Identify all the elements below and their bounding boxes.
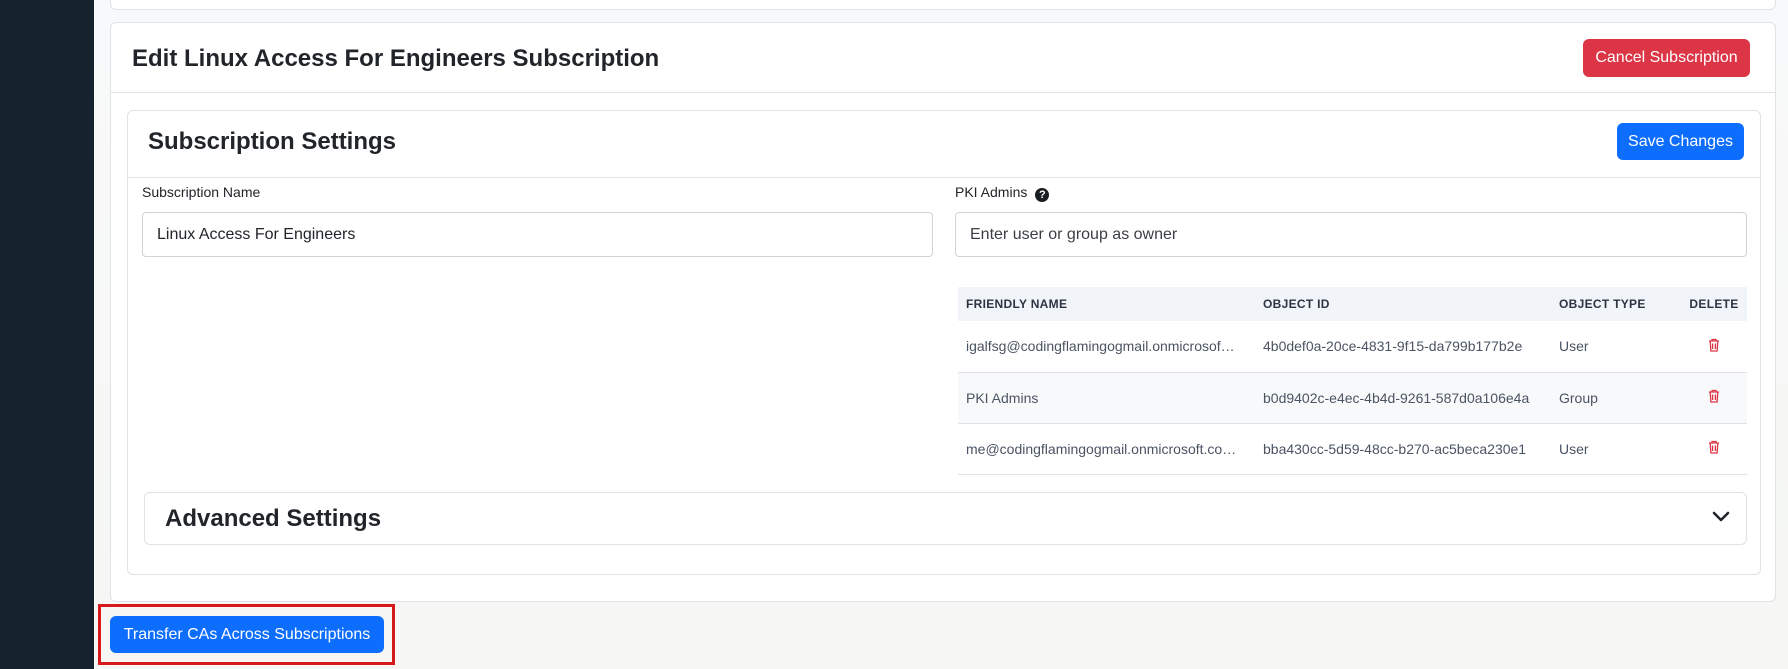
pki-admins-table: FRIENDLY NAME OBJECT ID OBJECT TYPE DELE… — [958, 287, 1747, 475]
sidebar — [0, 0, 94, 669]
chevron-down-icon[interactable] — [1712, 509, 1730, 523]
main-content: Edit Linux Access For Engineers Subscrip… — [94, 0, 1788, 669]
delete-cell — [1681, 372, 1747, 424]
friendly-name-cell: PKI Admins — [958, 372, 1255, 424]
edit-subscription-header: Edit Linux Access For Engineers Subscrip… — [111, 23, 1775, 93]
cancel-subscription-button[interactable]: Cancel Subscription — [1583, 39, 1750, 77]
delete-cell — [1681, 423, 1747, 475]
object-type-cell: Group — [1551, 372, 1681, 424]
object-id-cell: b0d9402c-e4ec-4b4d-9261-587d0a106e4a — [1255, 372, 1551, 424]
subscription-name-input[interactable] — [142, 212, 933, 257]
trash-icon[interactable] — [1708, 389, 1720, 403]
pki-admins-label-row: PKI Admins? — [955, 184, 1050, 202]
table-row: me@codingflamingogmail.onmicrosoft.co… b… — [958, 423, 1747, 475]
pki-admins-search-input[interactable] — [955, 212, 1747, 257]
transfer-cas-button[interactable]: Transfer CAs Across Subscriptions — [110, 616, 384, 653]
friendly-name-cell: me@codingflamingogmail.onmicrosoft.co… — [958, 423, 1255, 475]
table-row: PKI Admins b0d9402c-e4ec-4b4d-9261-587d0… — [958, 372, 1747, 424]
trash-icon[interactable] — [1708, 440, 1720, 454]
pki-admins-label: PKI Admins — [955, 184, 1028, 200]
table-header-row: FRIENDLY NAME OBJECT ID OBJECT TYPE DELE… — [958, 287, 1747, 321]
column-header-object-type: OBJECT TYPE — [1551, 287, 1681, 321]
save-changes-button[interactable]: Save Changes — [1617, 123, 1744, 160]
subscription-settings-card: Subscription Settings Save Changes Subsc… — [127, 110, 1761, 575]
subscription-settings-header: Subscription Settings Save Changes — [128, 111, 1760, 178]
column-header-delete: DELETE — [1681, 287, 1747, 321]
advanced-settings-title: Advanced Settings — [165, 505, 382, 532]
object-id-cell: bba430cc-5d59-48cc-b270-ac5beca230e1 — [1255, 423, 1551, 475]
page-title: Edit Linux Access For Engineers Subscrip… — [132, 45, 660, 72]
subscription-name-label: Subscription Name — [142, 184, 261, 200]
table-row: igalfsg@codingflamingogmail.onmicrosof… … — [958, 321, 1747, 373]
delete-cell — [1681, 321, 1747, 373]
question-circle-icon[interactable]: ? — [1035, 188, 1050, 202]
trash-icon[interactable] — [1708, 338, 1720, 352]
object-id-cell: 4b0def0a-20ce-4831-9f15-da799b177b2e — [1255, 321, 1551, 373]
column-header-object-id: OBJECT ID — [1255, 287, 1551, 321]
advanced-settings-accordion[interactable]: Advanced Settings — [144, 492, 1747, 545]
object-type-cell: User — [1551, 321, 1681, 373]
edit-subscription-card: Edit Linux Access For Engineers Subscrip… — [110, 22, 1776, 602]
previous-card — [110, 0, 1776, 10]
subscription-settings-title: Subscription Settings — [148, 128, 397, 155]
column-header-friendly-name: FRIENDLY NAME — [958, 287, 1255, 321]
object-type-cell: User — [1551, 423, 1681, 475]
friendly-name-cell: igalfsg@codingflamingogmail.onmicrosof… — [958, 321, 1255, 373]
